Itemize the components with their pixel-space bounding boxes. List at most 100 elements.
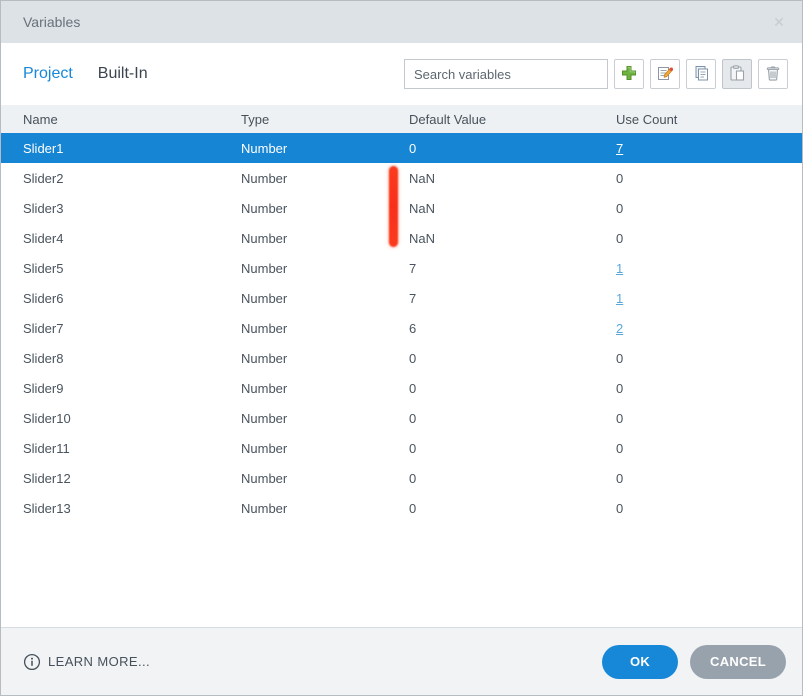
use-count-value: 0 <box>616 380 624 396</box>
use-count-value[interactable]: 2 <box>616 321 623 336</box>
table-row[interactable]: Slider3 Number NaN 0 <box>1 193 802 223</box>
table-row[interactable]: Slider5 Number 7 1 <box>1 253 802 283</box>
use-count-value[interactable]: 7 <box>616 141 623 156</box>
variable-name: Slider13 <box>23 500 71 516</box>
column-header-name[interactable]: Name <box>23 112 241 127</box>
variable-name: Slider11 <box>23 440 70 456</box>
variable-type: Number <box>241 140 288 156</box>
table-row[interactable]: Slider1 Number 0 7 <box>1 133 802 163</box>
trash-icon <box>764 64 782 85</box>
footer-buttons: OK CANCEL <box>602 644 786 679</box>
variable-use-count: 1 <box>616 261 802 276</box>
copy-icon <box>692 64 710 85</box>
column-header-type[interactable]: Type <box>241 112 409 127</box>
variable-default-value: NaN <box>409 230 436 246</box>
delete-variable-button[interactable] <box>758 59 788 89</box>
variable-type: Number <box>241 440 288 456</box>
table-row[interactable]: Slider4 Number NaN 0 <box>1 223 802 253</box>
use-count-value: 0 <box>616 410 624 426</box>
table-row[interactable]: Slider6 Number 7 1 <box>1 283 802 313</box>
table-row[interactable]: Slider7 Number 6 2 <box>1 313 802 343</box>
variable-use-count: 7 <box>616 141 802 156</box>
variable-type: Number <box>241 200 288 216</box>
variable-use-count: 0 <box>616 351 802 366</box>
learn-more-label: LEARN MORE... <box>48 654 150 669</box>
variable-use-count: 0 <box>616 501 802 516</box>
variable-default-value: 7 <box>409 260 417 276</box>
variable-use-count: 0 <box>616 411 802 426</box>
variable-type: Number <box>241 410 288 426</box>
variable-type: Number <box>241 230 288 246</box>
table-row[interactable]: Slider9 Number 0 0 <box>1 373 802 403</box>
paste-variable-button[interactable] <box>722 59 752 89</box>
variables-dialog: Variables ✕ Project Built-In Search vari… <box>0 0 803 696</box>
table-row[interactable]: Slider12 Number 0 0 <box>1 463 802 493</box>
table-header: Name Type Default Value Use Count <box>1 105 802 133</box>
variable-default-value: 0 <box>409 410 417 426</box>
ok-button[interactable]: OK <box>602 644 679 679</box>
variable-name: Slider8 <box>23 350 64 366</box>
dialog-footer: LEARN MORE... OK CANCEL <box>1 627 802 695</box>
table-row[interactable]: Slider2 Number NaN 0 <box>1 163 802 193</box>
variable-default-value: 7 <box>409 290 417 306</box>
toolbar <box>404 59 788 89</box>
variable-default-value: 0 <box>409 470 417 486</box>
variable-name: Slider5 <box>23 260 64 276</box>
variable-name: Slider6 <box>23 290 64 306</box>
variable-use-count: 0 <box>616 171 802 186</box>
close-icon[interactable]: ✕ <box>768 11 790 33</box>
variable-type: Number <box>241 350 288 366</box>
use-count-value: 0 <box>616 200 624 216</box>
variable-use-count: 2 <box>616 321 802 336</box>
variable-type: Number <box>241 470 288 486</box>
paste-clipboard-icon <box>728 64 746 85</box>
use-count-value[interactable]: 1 <box>616 261 623 276</box>
table-row[interactable]: Slider13 Number 0 0 <box>1 493 802 523</box>
variable-default-value: 0 <box>409 140 417 156</box>
variable-name: Slider4 <box>23 230 64 246</box>
variable-default-value: 6 <box>409 320 417 336</box>
column-header-default-value[interactable]: Default Value <box>409 112 616 127</box>
variable-use-count: 0 <box>616 381 802 396</box>
variable-name: Slider12 <box>23 470 71 486</box>
table-row[interactable]: Slider10 Number 0 0 <box>1 403 802 433</box>
learn-more-link[interactable]: LEARN MORE... <box>23 653 150 671</box>
variable-name: Slider7 <box>23 320 64 336</box>
variable-default-value: 0 <box>409 500 417 516</box>
variable-name: Slider1 <box>23 140 64 156</box>
table-row[interactable]: Slider8 Number 0 0 <box>1 343 802 373</box>
copy-variable-button[interactable] <box>686 59 716 89</box>
add-variable-button[interactable] <box>614 59 644 89</box>
variable-use-count: 1 <box>616 291 802 306</box>
table-row[interactable]: Slider11 Number 0 0 <box>1 433 802 463</box>
use-count-value: 0 <box>616 230 624 246</box>
variable-default-value: NaN <box>409 170 436 186</box>
variable-type: Number <box>241 260 288 276</box>
table-empty-area <box>1 523 802 627</box>
use-count-value: 0 <box>616 350 624 366</box>
variable-name: Slider9 <box>23 380 64 396</box>
use-count-value: 0 <box>616 170 624 186</box>
variable-default-value: 0 <box>409 380 417 396</box>
variable-use-count: 0 <box>616 201 802 216</box>
variable-name: Slider3 <box>23 200 64 216</box>
use-count-value: 0 <box>616 440 624 456</box>
table-body: Slider1 Number 0 7 Slider2 Number NaN 0 … <box>1 133 802 523</box>
cancel-button[interactable]: CANCEL <box>690 644 786 679</box>
search-input[interactable] <box>404 59 608 89</box>
tab-built-in[interactable]: Built-In <box>98 65 148 83</box>
variable-default-value: NaN <box>409 200 436 216</box>
edit-variable-button[interactable] <box>650 59 680 89</box>
info-icon <box>23 653 41 671</box>
tabs-toolbar-row: Project Built-In <box>1 43 802 105</box>
variable-type: Number <box>241 320 288 336</box>
use-count-value: 0 <box>616 470 624 486</box>
variable-type: Number <box>241 170 288 186</box>
dialog-title: Variables <box>23 14 81 30</box>
tab-project[interactable]: Project <box>23 65 73 83</box>
variable-name: Slider2 <box>23 170 64 186</box>
use-count-value[interactable]: 1 <box>616 291 623 306</box>
column-header-use-count[interactable]: Use Count <box>616 112 802 127</box>
variable-default-value: 0 <box>409 440 417 456</box>
variable-use-count: 0 <box>616 471 802 486</box>
